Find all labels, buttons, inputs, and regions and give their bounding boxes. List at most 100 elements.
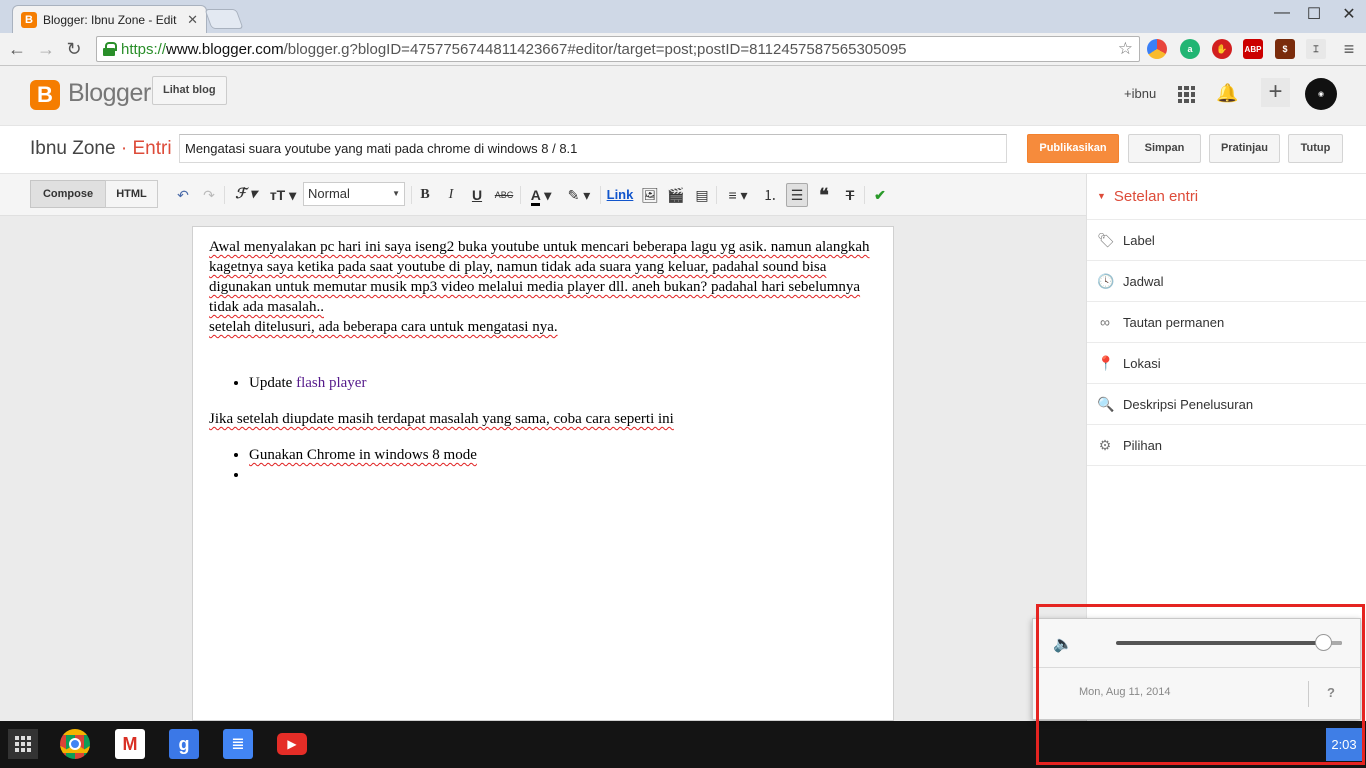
lock-icon <box>103 42 117 56</box>
undo-icon[interactable]: ↶ <box>173 184 193 206</box>
volume-popup: 🔈 Mon, Aug 11, 2014 ? <box>1032 618 1361 720</box>
reload-icon[interactable]: ↻ <box>63 38 85 60</box>
paragraph-intro[interactable]: Awal menyalakan pc hari ini saya iseng2 … <box>209 237 877 317</box>
save-button[interactable]: Simpan <box>1128 134 1201 163</box>
google-docs-app-icon[interactable]: ≣ <box>223 729 253 759</box>
remove-format-icon[interactable]: T <box>840 184 860 206</box>
breadcrumb: Ibnu Zone · Entri <box>30 138 172 160</box>
blog-name[interactable]: Ibnu Zone <box>30 138 116 159</box>
back-arrow-icon[interactable]: ← <box>6 38 28 60</box>
extension-tool-icon[interactable]: ⌶ <box>1306 39 1326 59</box>
font-family-icon[interactable]: ℱ ▾ <box>230 184 262 206</box>
window-close-icon[interactable]: ✕ <box>1334 4 1364 24</box>
forward-arrow-icon[interactable]: → <box>35 38 57 60</box>
sidebar-item-options[interactable]: ⚙ Pilihan <box>1087 425 1366 466</box>
address-bar[interactable]: https://www.blogger.com/blogger.g?blogID… <box>96 36 1140 62</box>
publish-button[interactable]: Publikasikan <box>1027 134 1119 163</box>
google-plus-user-link[interactable]: +ibnu <box>1124 86 1156 101</box>
maximize-icon[interactable]: ☐ <box>1299 4 1329 24</box>
html-mode-button[interactable]: HTML <box>105 180 158 208</box>
font-size-icon[interactable]: тT ▾ <box>266 184 300 206</box>
tab-title: Blogger: Ibnu Zone - Edit <box>43 12 177 27</box>
volume-slider[interactable] <box>1116 634 1342 651</box>
jump-break-icon[interactable]: ▤ <box>692 184 712 206</box>
insert-link-button[interactable]: Link <box>606 184 634 206</box>
close-button[interactable]: Tutup <box>1288 134 1343 163</box>
app-launcher-icon[interactable] <box>8 729 38 759</box>
blogger-wordmark[interactable]: Blogger <box>68 79 151 108</box>
bookmark-star-icon[interactable]: ☆ <box>1118 39 1133 59</box>
view-blog-button[interactable]: Lihat blog <box>152 76 227 105</box>
insert-video-icon[interactable]: 🎬 <box>666 184 686 206</box>
list-item[interactable] <box>249 465 877 485</box>
post-title-bar: Ibnu Zone · Entri Publikasikan Simpan Pr… <box>0 126 1366 174</box>
strikethrough-icon[interactable]: ABC <box>492 184 516 206</box>
system-shelf: M g ≣ ▶ 2:03 <box>0 721 1366 768</box>
extension-stop-hand-icon[interactable]: ✋ <box>1212 39 1232 59</box>
chrome-app-icon[interactable] <box>60 729 90 759</box>
underline-icon[interactable]: U <box>468 184 486 206</box>
status-area-clock[interactable]: 2:03 <box>1326 728 1362 761</box>
google-search-app-icon[interactable]: g <box>169 729 199 759</box>
help-button[interactable]: ? <box>1327 685 1335 700</box>
insert-image-icon[interactable]: 🖼 <box>640 184 660 206</box>
gmail-app-icon[interactable]: M <box>115 729 145 759</box>
quote-icon[interactable]: ❝ <box>814 184 834 206</box>
redo-icon[interactable]: ↷ <box>199 184 219 206</box>
browser-tab[interactable]: B Blogger: Ibnu Zone - Edit ✕ <box>12 5 207 33</box>
blogger-favicon-icon: B <box>21 11 37 28</box>
minimize-icon[interactable]: — <box>1267 4 1297 22</box>
toolbar-divider <box>600 186 601 204</box>
blogger-logo-icon[interactable]: B <box>30 80 60 110</box>
blogger-header: B Blogger Lihat blog +ibnu 🔔 + ◉ <box>0 66 1366 126</box>
highlight-color-icon[interactable]: ✎ ▾ <box>563 184 595 206</box>
new-tab-button[interactable] <box>204 9 244 29</box>
paragraph-format-select[interactable]: Normal <box>303 182 405 206</box>
post-title-input[interactable] <box>179 134 1007 163</box>
sidebar-item-permalink[interactable]: ∞ Tautan permanen <box>1087 302 1366 343</box>
sidebar-item-schedule[interactable]: 🕓 Jadwal <box>1087 261 1366 302</box>
sidebar-item-label[interactable]: 🏷 Label <box>1087 220 1366 261</box>
extension-grammarly-icon[interactable]: a <box>1180 39 1200 59</box>
speaker-icon[interactable]: 🔈 <box>1053 634 1073 654</box>
numbered-list-icon[interactable]: ⒈ <box>760 184 780 206</box>
extension-adblock-icon[interactable]: ABP <box>1243 39 1263 59</box>
link-icon: ∞ <box>1100 314 1110 330</box>
notifications-bell-icon[interactable]: 🔔 <box>1216 83 1238 104</box>
compose-mode-button[interactable]: Compose <box>30 180 106 208</box>
align-icon[interactable]: ≡ ▾ <box>722 184 754 206</box>
italic-icon[interactable]: I <box>442 184 460 206</box>
paragraph-instructions[interactable]: Jika setelah diupdate masih terdapat mas… <box>209 409 877 429</box>
list-item[interactable]: Update flash player <box>249 373 877 393</box>
list-item[interactable]: Gunakan Chrome in windows 8 mode <box>249 445 877 465</box>
spellcheck-icon[interactable]: ✔ <box>870 184 890 206</box>
chrome-menu-icon[interactable]: ≡ <box>1338 38 1360 60</box>
caret-down-icon: ▼ <box>1097 191 1106 201</box>
gear-icon: ⚙ <box>1098 436 1112 453</box>
share-plus-button[interactable]: + <box>1261 78 1290 107</box>
post-settings-heading[interactable]: ▼ Setelan entri <box>1087 174 1366 220</box>
extension-dollar-icon[interactable]: $ <box>1275 39 1295 59</box>
search-icon: 🔍 <box>1097 395 1115 412</box>
preview-button[interactable]: Pratinjau <box>1209 134 1280 163</box>
text-color-icon[interactable]: A ▾ <box>526 184 556 206</box>
extension-chrome-color-icon[interactable] <box>1147 39 1167 59</box>
flash-player-link[interactable]: flash player <box>296 375 366 391</box>
youtube-app-icon[interactable]: ▶ <box>277 733 307 755</box>
apps-grid-icon[interactable] <box>1178 86 1195 103</box>
bold-icon[interactable]: B <box>416 184 434 206</box>
tab-close-icon[interactable]: ✕ <box>187 12 198 28</box>
volume-slider-knob[interactable] <box>1315 634 1332 651</box>
bulleted-list-icon[interactable]: ☰ <box>786 183 808 207</box>
post-body-editor[interactable]: Awal menyalakan pc hari ini saya iseng2 … <box>192 226 894 721</box>
toolbar-divider <box>224 186 225 204</box>
sidebar-item-search-description[interactable]: 🔍 Deskripsi Penelusuran <box>1087 384 1366 425</box>
breadcrumb-separator: · <box>120 138 128 159</box>
volume-row: 🔈 <box>1033 619 1360 668</box>
tag-icon: 🏷 <box>1097 231 1115 248</box>
sidebar-item-location[interactable]: 📍 Lokasi <box>1087 343 1366 384</box>
paragraph-followup[interactable]: setelah ditelusuri, ada beberapa cara un… <box>209 317 877 337</box>
avatar[interactable]: ◉ <box>1305 78 1337 110</box>
